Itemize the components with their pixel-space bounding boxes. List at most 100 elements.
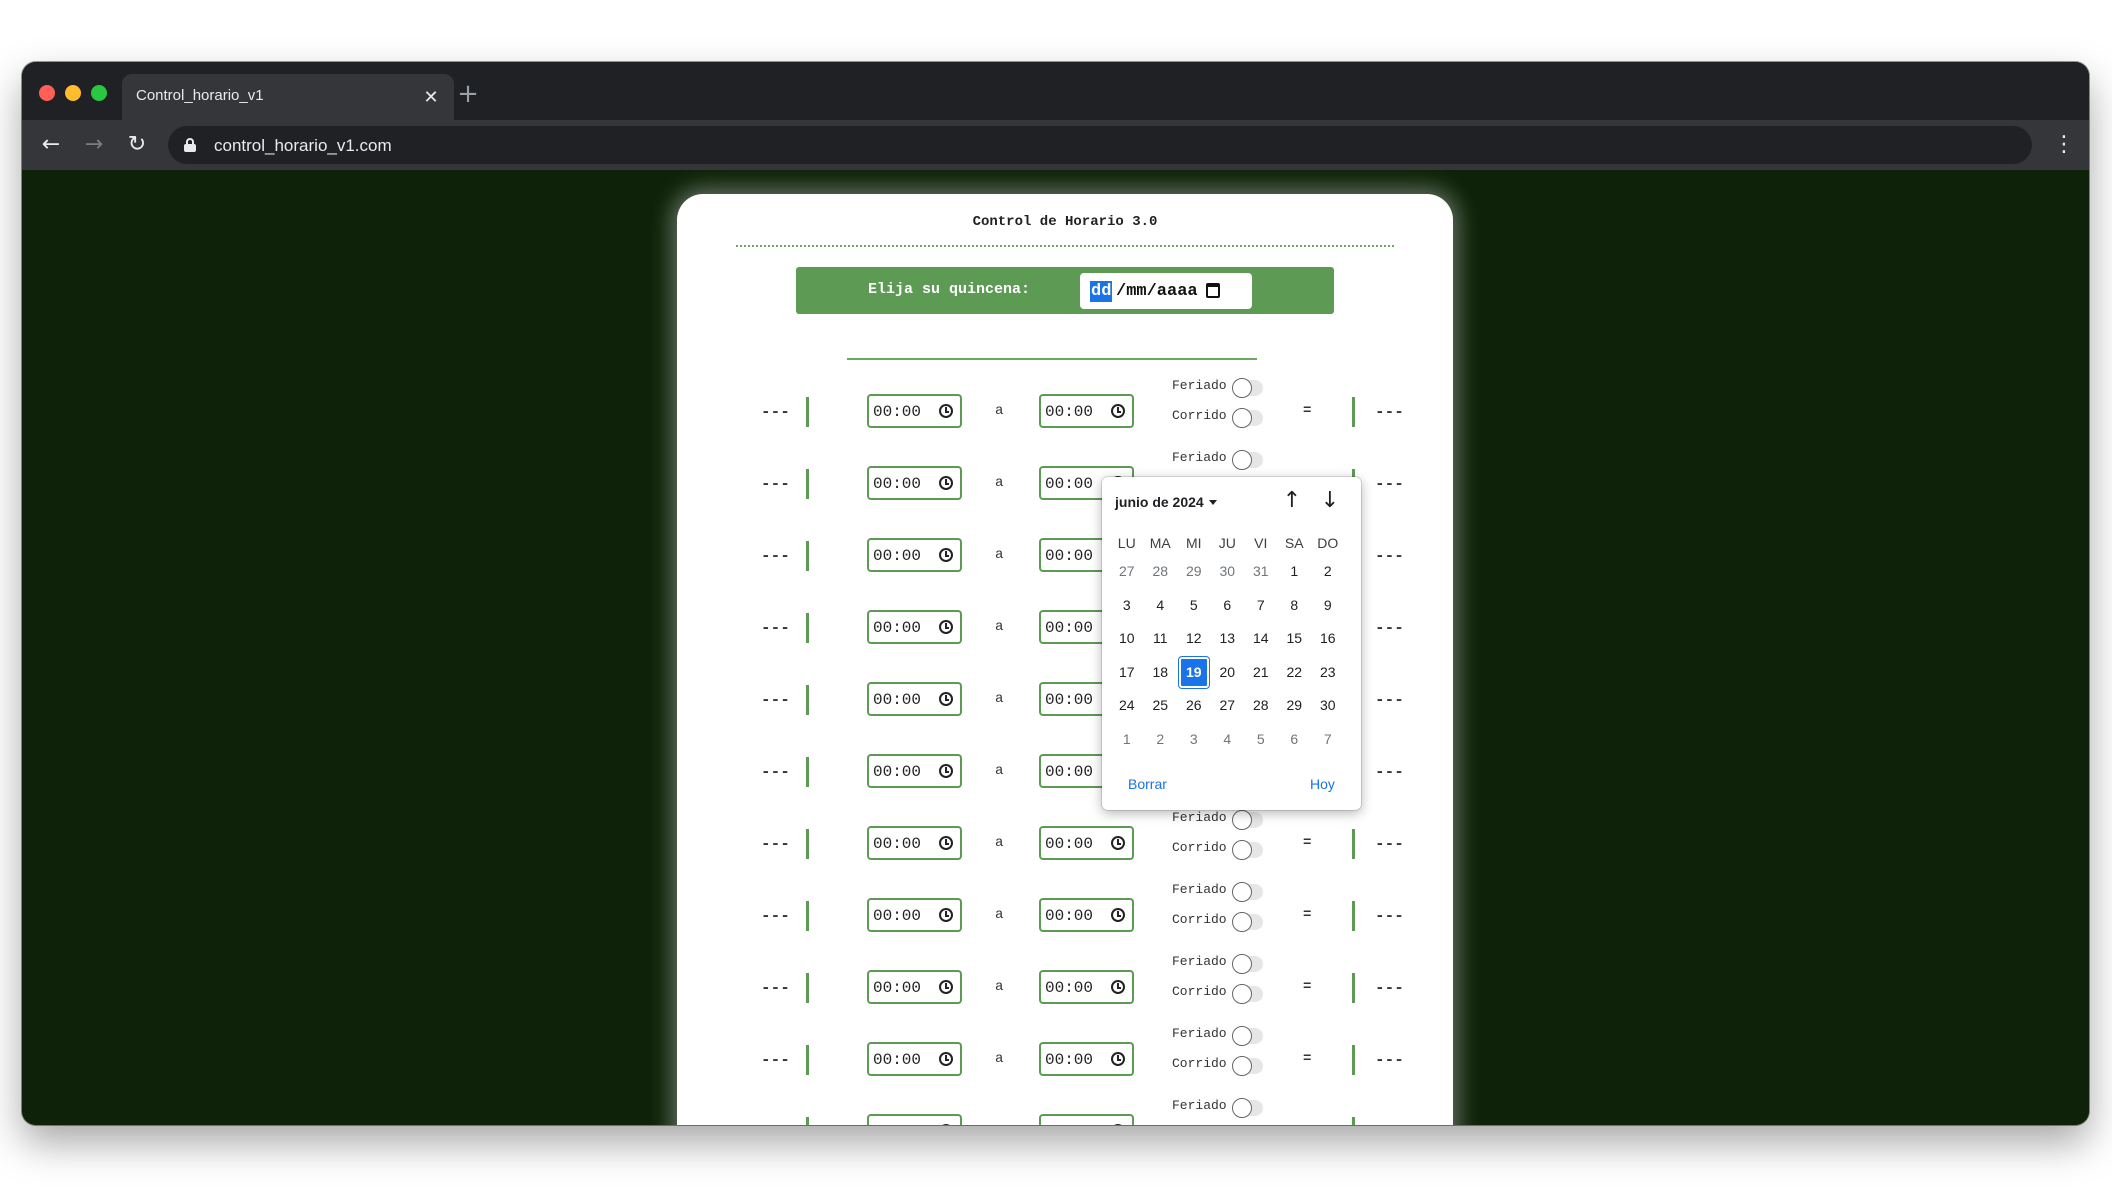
corrido-toggle[interactable] xyxy=(1232,912,1263,932)
clock-icon[interactable] xyxy=(1111,1124,1125,1125)
start-time-value[interactable]: 00:00 xyxy=(873,835,921,853)
maximize-window-button[interactable] xyxy=(91,85,107,101)
calendar-day[interactable]: 3 xyxy=(1110,589,1144,623)
back-icon[interactable]: ← xyxy=(34,128,68,162)
feriado-toggle[interactable] xyxy=(1232,954,1263,974)
end-time-value[interactable]: 00:00 xyxy=(1045,475,1093,493)
calendar-icon[interactable] xyxy=(1206,283,1220,298)
calendar-day[interactable]: 12 xyxy=(1177,622,1211,656)
url-text[interactable]: control_horario_v1.com xyxy=(214,136,392,156)
end-time-value[interactable]: 00:00 xyxy=(1045,979,1093,997)
calendar-day[interactable]: 16 xyxy=(1311,622,1345,656)
browser-tab[interactable]: Control_horario_v1 ✕ xyxy=(122,74,454,120)
browser-menu-icon[interactable]: ⋮ xyxy=(2053,128,2075,162)
end-time-input[interactable]: 00:00 xyxy=(1039,898,1134,932)
end-time-value[interactable]: 00:00 xyxy=(1045,1051,1093,1069)
end-time-input[interactable]: 00:00 xyxy=(1039,970,1134,1004)
calendar-day[interactable]: 31 xyxy=(1244,555,1278,589)
tab-close-icon[interactable]: ✕ xyxy=(418,84,444,110)
start-time-input[interactable]: 00:00 xyxy=(867,826,962,860)
feriado-toggle[interactable] xyxy=(1232,810,1263,830)
calendar-day[interactable]: 28 xyxy=(1144,555,1178,589)
clock-icon[interactable] xyxy=(939,836,953,850)
clear-date-button[interactable]: Borrar xyxy=(1128,776,1167,792)
start-time-value[interactable]: 00:00 xyxy=(873,547,921,565)
start-time-value[interactable]: 00:00 xyxy=(873,619,921,637)
corrido-toggle[interactable] xyxy=(1232,408,1263,428)
end-time-input[interactable]: 00:00 xyxy=(1039,826,1134,860)
new-tab-button[interactable]: + xyxy=(450,76,486,112)
calendar-day[interactable]: 23 xyxy=(1311,656,1345,690)
feriado-toggle[interactable] xyxy=(1232,882,1263,902)
calendar-day[interactable]: 30 xyxy=(1311,689,1345,723)
calendar-day[interactable]: 24 xyxy=(1110,689,1144,723)
calendar-day[interactable]: 15 xyxy=(1278,622,1312,656)
clock-icon[interactable] xyxy=(1111,980,1125,994)
calendar-day[interactable]: 4 xyxy=(1211,723,1245,757)
start-time-input[interactable]: 00:00 xyxy=(867,466,962,500)
end-time-value[interactable]: 00:00 xyxy=(1045,691,1093,709)
calendar-day[interactable]: 29 xyxy=(1177,555,1211,589)
calendar-day[interactable]: 9 xyxy=(1311,589,1345,623)
calendar-day[interactable]: 3 xyxy=(1177,723,1211,757)
calendar-day[interactable]: 25 xyxy=(1144,689,1178,723)
clock-icon[interactable] xyxy=(939,1052,953,1066)
month-year-selector[interactable]: junio de 2024 xyxy=(1115,494,1204,510)
calendar-day[interactable]: 27 xyxy=(1211,689,1245,723)
end-time-value[interactable]: 00:00 xyxy=(1045,835,1093,853)
end-time-input[interactable] xyxy=(1039,1114,1134,1125)
forward-icon[interactable]: → xyxy=(77,128,111,162)
next-month-icon[interactable]: ↓ xyxy=(1317,487,1343,515)
clock-icon[interactable] xyxy=(1111,836,1125,850)
start-time-input[interactable]: 00:00 xyxy=(867,682,962,716)
start-time-value[interactable]: 00:00 xyxy=(873,691,921,709)
clock-icon[interactable] xyxy=(939,620,953,634)
start-time-value[interactable]: 00:00 xyxy=(873,979,921,997)
start-time-input[interactable]: 00:00 xyxy=(867,1042,962,1076)
calendar-day[interactable]: 27 xyxy=(1110,555,1144,589)
close-window-button[interactable] xyxy=(39,85,55,101)
corrido-toggle[interactable] xyxy=(1232,1056,1263,1076)
calendar-day[interactable]: 2 xyxy=(1311,555,1345,589)
feriado-toggle[interactable] xyxy=(1232,1098,1263,1118)
address-bar[interactable]: control_horario_v1.com xyxy=(168,126,2032,164)
calendar-day[interactable]: 26 xyxy=(1177,689,1211,723)
clock-icon[interactable] xyxy=(939,548,953,562)
start-time-value[interactable]: 00:00 xyxy=(873,763,921,781)
calendar-day[interactable]: 30 xyxy=(1211,555,1245,589)
feriado-toggle[interactable] xyxy=(1232,450,1263,470)
start-time-input[interactable]: 00:00 xyxy=(867,970,962,1004)
calendar-day[interactable]: 7 xyxy=(1244,589,1278,623)
calendar-day[interactable]: 18 xyxy=(1144,656,1178,690)
calendar-day[interactable]: 1 xyxy=(1110,723,1144,757)
calendar-day[interactable]: 2 xyxy=(1144,723,1178,757)
end-time-value[interactable]: 00:00 xyxy=(1045,403,1093,421)
clock-icon[interactable] xyxy=(939,908,953,922)
clock-icon[interactable] xyxy=(1111,908,1125,922)
clock-icon[interactable] xyxy=(1111,1052,1125,1066)
calendar-day[interactable]: 11 xyxy=(1144,622,1178,656)
calendar-day[interactable]: 8 xyxy=(1278,589,1312,623)
date-month-year-segment[interactable]: /mm/aaaa xyxy=(1116,281,1198,302)
calendar-day[interactable]: 29 xyxy=(1278,689,1312,723)
calendar-day[interactable]: 10 xyxy=(1110,622,1144,656)
start-time-value[interactable]: 00:00 xyxy=(873,1051,921,1069)
corrido-toggle[interactable] xyxy=(1232,840,1263,860)
calendar-day[interactable]: 13 xyxy=(1211,622,1245,656)
start-time-input[interactable]: 00:00 xyxy=(867,538,962,572)
start-time-value[interactable]: 00:00 xyxy=(873,475,921,493)
calendar-day-selected[interactable]: 19 xyxy=(1177,656,1211,690)
calendar-day[interactable]: 21 xyxy=(1244,656,1278,690)
calendar-day[interactable]: 6 xyxy=(1211,589,1245,623)
clock-icon[interactable] xyxy=(939,692,953,706)
calendar-day[interactable]: 5 xyxy=(1244,723,1278,757)
calendar-day[interactable]: 1 xyxy=(1278,555,1312,589)
calendar-day[interactable]: 22 xyxy=(1278,656,1312,690)
previous-month-icon[interactable]: ↑ xyxy=(1279,487,1305,515)
clock-icon[interactable] xyxy=(939,404,953,418)
start-time-input[interactable]: 00:00 xyxy=(867,610,962,644)
calendar-day[interactable]: 6 xyxy=(1278,723,1312,757)
calendar-day[interactable]: 28 xyxy=(1244,689,1278,723)
start-time-value[interactable]: 00:00 xyxy=(873,907,921,925)
date-day-segment[interactable]: dd xyxy=(1090,281,1113,302)
